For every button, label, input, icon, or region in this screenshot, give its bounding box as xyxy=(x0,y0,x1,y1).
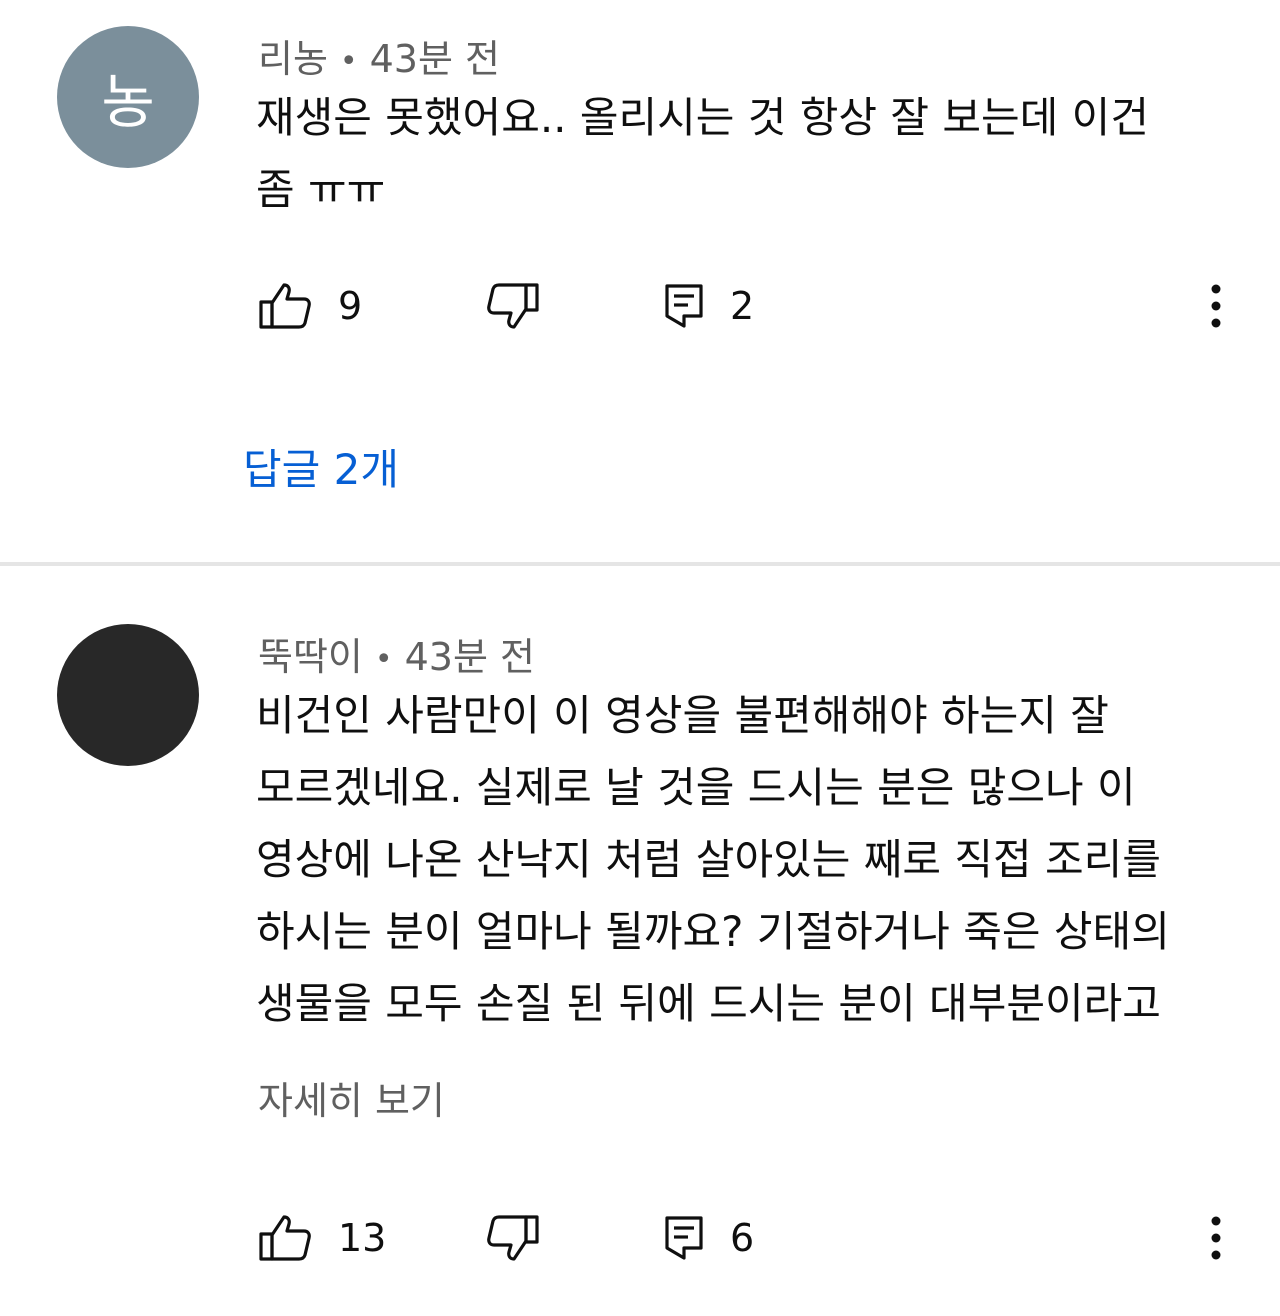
author-name[interactable]: 뚝딱이 xyxy=(258,635,363,679)
author-name[interactable]: 리농 xyxy=(258,37,328,81)
dislike-button[interactable] xyxy=(486,274,540,338)
like-count: 13 xyxy=(338,1216,387,1260)
comment-actions: 9 2 xyxy=(0,274,1280,338)
dislike-button[interactable] xyxy=(486,1206,540,1270)
comment-text: 재생은 못했어요.. 올리시는 것 항상 잘 보는데 이건 좀 ㅠㅠ xyxy=(256,93,1149,214)
reply-button[interactable]: 6 xyxy=(664,1206,754,1270)
like-button[interactable]: 9 xyxy=(258,274,362,338)
comment-actions: 13 6 xyxy=(0,1206,1280,1270)
separator-dot: • xyxy=(374,642,393,677)
avatar-letter: 농 xyxy=(101,68,155,136)
comment-time: 43분 전 xyxy=(369,37,500,81)
more-vertical-icon xyxy=(1210,1216,1222,1260)
comment-text: 비건인 사람만이 이 영상을 불편해해야 하는지 잘 모르겠네요. 실제로 날 … xyxy=(256,691,1170,1028)
comment-icon xyxy=(664,1215,704,1261)
read-more-link[interactable]: 자세히 보기 xyxy=(258,1070,445,1125)
like-button[interactable]: 13 xyxy=(258,1206,386,1270)
more-vertical-icon xyxy=(1210,284,1222,328)
thumbs-down-icon xyxy=(486,1214,540,1262)
comment-meta: 리농 • 43분 전 xyxy=(258,28,500,83)
more-options-button[interactable] xyxy=(1202,1206,1230,1270)
avatar[interactable]: 농 xyxy=(57,26,199,168)
comment-meta: 뚝딱이 • 43분 전 xyxy=(258,626,535,681)
comment-icon xyxy=(664,283,704,329)
like-count: 9 xyxy=(338,284,363,328)
reply-button[interactable]: 2 xyxy=(664,274,754,338)
more-options-button[interactable] xyxy=(1202,274,1230,338)
avatar[interactable] xyxy=(57,624,199,766)
divider xyxy=(0,562,1280,566)
separator-dot: • xyxy=(339,44,358,79)
reply-count: 2 xyxy=(730,284,755,328)
reply-count: 6 xyxy=(730,1216,755,1260)
thumbs-up-icon xyxy=(258,1214,312,1262)
thumbs-down-icon xyxy=(486,282,540,330)
view-replies-link[interactable]: 답글 2개 xyxy=(243,436,399,497)
thumbs-up-icon xyxy=(258,282,312,330)
comment-time: 43분 전 xyxy=(404,635,535,679)
